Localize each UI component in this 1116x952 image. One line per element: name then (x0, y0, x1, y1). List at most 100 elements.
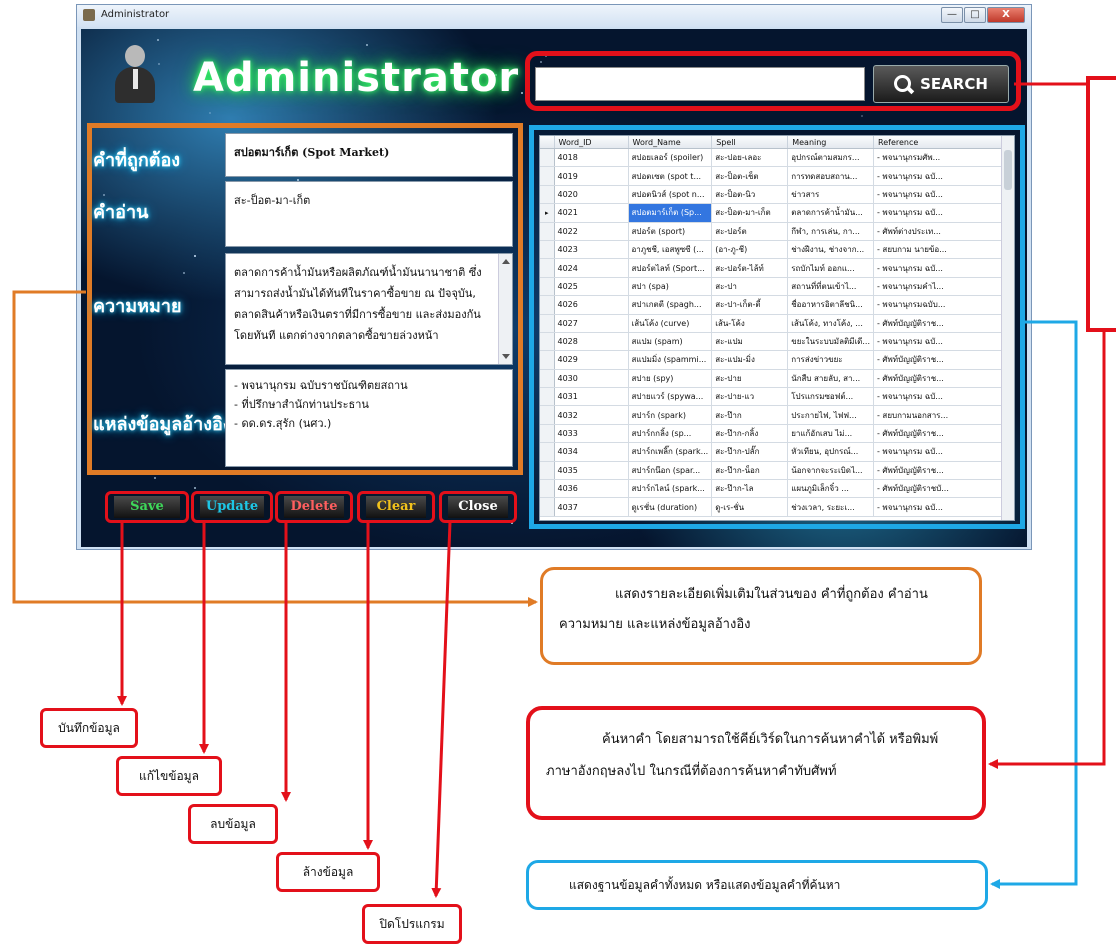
table-cell[interactable]: 4034 (554, 442, 629, 462)
table-cell[interactable]: สปอร์ตไลท์ (Sport... (628, 258, 713, 278)
table-row[interactable]: 4031 สปายแวร์ (spywa... สะ-ปาย-แว โปรแกรมซอ… (540, 387, 1010, 407)
table-cell[interactable]: สปาร์กไลน์ (spark... (628, 479, 713, 499)
table-cell[interactable]: 4035 (554, 461, 629, 481)
row-header[interactable] (540, 424, 555, 444)
table-cell[interactable]: สปอตนิวส์ (spot n... (628, 185, 713, 205)
table-cell[interactable]: สะ-ปอย-เลอะ (711, 148, 789, 168)
row-header[interactable] (540, 222, 555, 241)
table-cell[interactable]: ประกายไฟ, ไฟฟ... (787, 405, 874, 425)
delete-button[interactable]: Delete (275, 491, 353, 523)
meaning-field[interactable]: ตลาดการค้าน้ำมันหรือผลิตภัณฑ์น้ำมันนานาช… (225, 253, 513, 365)
table-cell[interactable]: สะ-ป๊าก-ไล (711, 479, 789, 499)
table-cell[interactable]: 4027 (554, 314, 629, 333)
table-cell[interactable]: 4020 (554, 185, 629, 205)
table-cell[interactable]: สะ-ป็อต-นิว (711, 185, 789, 205)
table-row[interactable]: 4018 สปอยเลอร์ (spoiler) สะ-ปอย-เลอะ อุปกรณ… (540, 148, 1010, 168)
table-cell[interactable]: สะ-ป็อต-เช็ต (711, 166, 789, 186)
table-cell[interactable]: - พจนานุกรมคำไ... (873, 277, 1010, 297)
table-cell[interactable]: สะ-ปา (711, 277, 789, 297)
table-cell[interactable]: - ศัพท์ต่างประเท... (873, 222, 1010, 241)
close-button[interactable]: Close (439, 491, 517, 523)
table-cell[interactable]: สปอตเซต (spot t... (628, 166, 713, 186)
table-row[interactable]: 4020 สปอตนิวส์ (spot n... สะ-ป็อต-นิว ข่าวส… (540, 185, 1010, 205)
row-header[interactable]: ▸ (540, 203, 555, 223)
table-cell[interactable]: อุปกรณ์ตามสมกร... (787, 148, 874, 168)
table-cell[interactable]: - ศัพท์บัญญัติราช... (873, 314, 1010, 333)
table-cell[interactable]: 4026 (554, 295, 629, 315)
table-cell[interactable]: ช่วงเวลา, ระยะเ... (787, 497, 874, 517)
table-cell[interactable]: 4025 (554, 277, 629, 297)
row-header[interactable] (540, 442, 555, 462)
table-cell[interactable]: - พจนานุกรม ฉบั... (873, 166, 1010, 186)
table-row[interactable]: 4037 ดูเรชั่น (duration) ดู-เร-ชั่น ช่วงเวล… (540, 497, 1010, 517)
table-cell[interactable]: รถบักไมท์ ออกแ... (787, 258, 874, 278)
table-cell[interactable]: - พจนานุกรม ฉบั... (873, 497, 1010, 517)
table-cell[interactable]: 4029 (554, 350, 629, 370)
clear-button[interactable]: Clear (357, 491, 435, 523)
table-cell[interactable]: สปาย (spy) (628, 369, 713, 389)
table-cell[interactable]: สะ-ปอร์ต-ไล้ท์ (711, 258, 789, 278)
table-cell[interactable]: น้อกจากจะระเบิดไ... (787, 461, 874, 481)
table-row[interactable]: 4028 สแปม (spam) สะ-แปม ขยะในระบบมัลติมีเดี… (540, 332, 1010, 352)
table-cell[interactable]: เส้น-โค้ง (711, 314, 789, 333)
table-cell[interactable]: - ศัพท์บัญญัติราช... (873, 461, 1010, 481)
row-header[interactable] (540, 405, 555, 425)
table-row[interactable]: 4027 เส้นโค้ง (curve) เส้น-โค้ง เส้นโค้ง, ท… (540, 314, 1010, 333)
table-cell[interactable]: สะ-ป๊าก (711, 405, 789, 425)
table-cell[interactable]: การทดสอบสถาน... (787, 166, 874, 186)
table-cell[interactable]: อาภูชชี, เอสพูซซี (... (628, 240, 713, 260)
word-data-grid[interactable]: Word_ID Word_Name Spell Meaning Referenc… (539, 135, 1015, 521)
table-row[interactable]: 4029 สแปมมิ่ง (spammi... สะ-แปม-มิ่ง การส่ง… (540, 350, 1010, 370)
row-header[interactable] (540, 387, 555, 407)
table-row[interactable]: 4022 สปอร์ต (sport) สะ-ปอร์ต กีฬา, การเล่น,… (540, 222, 1010, 241)
table-cell[interactable]: หัวเทียน, อุปกรณ์... (787, 442, 874, 462)
table-cell[interactable]: (อา-ภู-ชี) (711, 240, 789, 260)
column-header[interactable]: Word_Name (628, 136, 713, 149)
table-cell[interactable]: ขยะในระบบมัลติมีเดี... (787, 332, 874, 352)
table-cell[interactable]: ยาแก้อักเสบ ไม่... (787, 424, 874, 444)
table-cell[interactable]: - พจนานุกรม ฉบั... (873, 185, 1010, 205)
table-cell[interactable]: 4024 (554, 258, 629, 278)
table-row[interactable]: ▸ 4021 สปอตมาร์เก็ต (Sp... สะ-ป็อต-มา-เก็ตต… (540, 203, 1010, 223)
table-row[interactable]: 4034 สปาร์กเพลิ๊ก (spark... สะ-ป๊าก-ปลั๊กห… (540, 442, 1010, 462)
table-cell[interactable]: สแปม (spam) (628, 332, 713, 352)
table-cell[interactable]: การส่งข่าวขยะ (787, 350, 874, 370)
row-header[interactable] (540, 479, 555, 499)
row-header[interactable] (540, 166, 555, 186)
table-cell[interactable]: 4032 (554, 405, 629, 425)
table-cell[interactable]: นักสืบ สายลับ, สา... (787, 369, 874, 389)
table-cell[interactable]: - ศัพท์บัญญัติราชบั... (873, 479, 1010, 499)
table-cell[interactable]: สะ-ป็อต-มา-เก็ต (711, 203, 789, 223)
table-cell[interactable]: - พจนานุกรม ฉบั... (873, 332, 1010, 352)
minimize-button[interactable]: — (941, 7, 963, 23)
table-cell[interactable]: สะ-แปม (711, 332, 789, 352)
table-cell[interactable]: - พจนานุกรม ฉบั... (873, 442, 1010, 462)
table-row[interactable]: 4033 สปาร์กกลิ้ง (sp... สะ-ป๊าก-กลิ้ง ยาแก้… (540, 424, 1010, 444)
grid-scrollbar[interactable] (1001, 136, 1014, 520)
maximize-button[interactable]: □ (964, 7, 986, 23)
table-cell[interactable]: เส้นโค้ง, ทางโค้ง, ... (787, 314, 874, 333)
table-cell[interactable]: สปา (spa) (628, 277, 713, 297)
spell-field[interactable]: สะ-ป็อต-มา-เก็ต (225, 181, 513, 247)
table-cell[interactable]: 4037 (554, 497, 629, 517)
table-cell[interactable]: สะ-ปอร์ต (711, 222, 789, 241)
reference-field[interactable]: - พจนานุกรม ฉบับราชบัณฑิตยสถาน - ที่ปรึก… (225, 369, 513, 467)
table-row[interactable]: 4024 สปอร์ตไลท์ (Sport... สะ-ปอร์ต-ไล้ท์ รถ… (540, 258, 1010, 278)
row-header[interactable] (540, 369, 555, 389)
table-cell[interactable]: สปาร์กน๊อก (spar... (628, 461, 713, 481)
table-cell[interactable]: 4022 (554, 222, 629, 241)
table-cell[interactable]: สปายแวร์ (spywa... (628, 387, 713, 407)
table-cell[interactable]: - ศัพท์บัญญัติราช... (873, 350, 1010, 370)
table-row[interactable]: 4019 สปอตเซต (spot t... สะ-ป็อต-เช็ต การทดส… (540, 166, 1010, 186)
table-cell[interactable]: สะ-ป๊าก-น็อก (711, 461, 789, 481)
table-cell[interactable]: โปรแกรมซอฟต์... (787, 387, 874, 407)
row-header[interactable] (540, 314, 555, 333)
save-button[interactable]: Save (105, 491, 189, 523)
table-cell[interactable]: ชื่ออาหารอิตาลีชนิ... (787, 295, 874, 315)
table-cell[interactable]: สปาร์ก (spark) (628, 405, 713, 425)
row-header[interactable] (540, 350, 555, 370)
row-header[interactable] (540, 295, 555, 315)
table-cell[interactable]: - สยบกามนอกสาร... (873, 405, 1010, 425)
table-cell[interactable]: 4018 (554, 148, 629, 168)
table-cell[interactable]: - พจนานุกรม ฉบั... (873, 258, 1010, 278)
